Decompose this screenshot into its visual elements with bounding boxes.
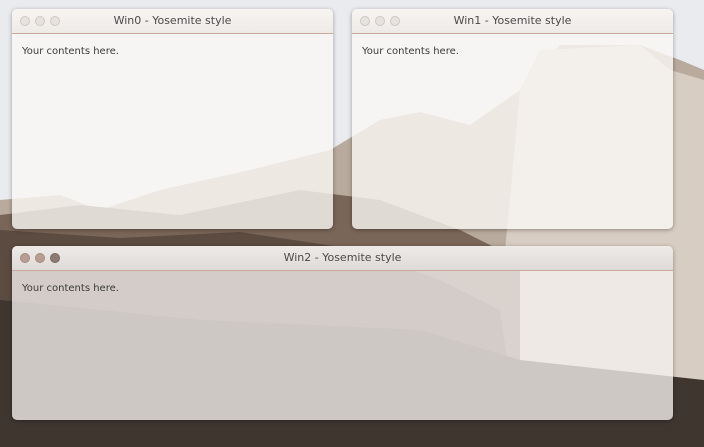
desktop: Win0 - Yosemite style Your contents here… [0, 0, 704, 447]
window-win2[interactable]: Win2 - Yosemite style Your contents here… [12, 246, 673, 420]
window-titlebar[interactable]: Win0 - Yosemite style [12, 9, 333, 34]
window-title: Win2 - Yosemite style [283, 251, 402, 264]
window-title: Win0 - Yosemite style [113, 14, 232, 27]
window-win1[interactable]: Win1 - Yosemite style Your contents here… [352, 9, 673, 229]
window-titlebar[interactable]: Win2 - Yosemite style [12, 246, 673, 271]
window-content: Your contents here. [362, 46, 459, 57]
window-titlebar[interactable]: Win1 - Yosemite style [352, 9, 673, 34]
window-content: Your contents here. [22, 46, 119, 57]
window-content: Your contents here. [22, 283, 119, 294]
window-title: Win1 - Yosemite style [453, 14, 572, 27]
window-win0[interactable]: Win0 - Yosemite style Your contents here… [12, 9, 333, 229]
